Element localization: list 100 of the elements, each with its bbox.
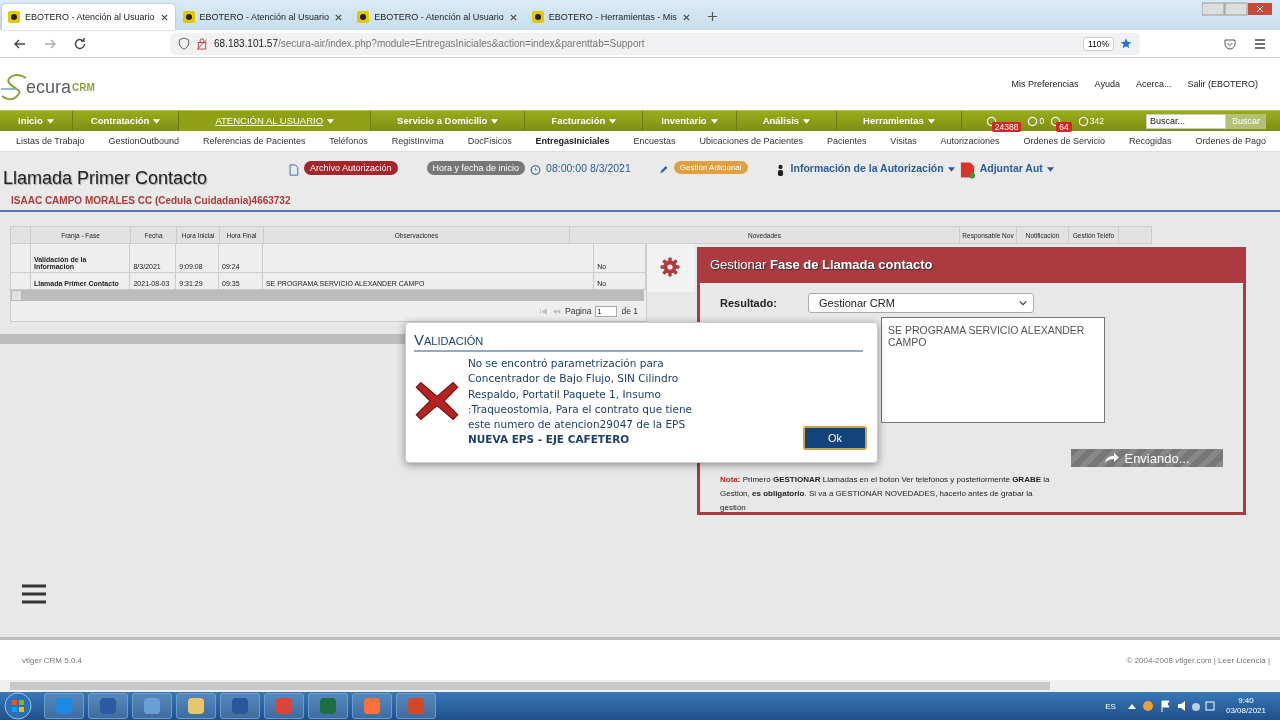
submenu-item[interactable]: Teléfonos xyxy=(329,136,368,146)
share-arrow-icon xyxy=(1104,452,1121,464)
pocket-icon[interactable] xyxy=(1223,36,1237,51)
submenu-item[interactable]: Autorizaciones xyxy=(940,136,1000,146)
caret-icon xyxy=(710,119,718,124)
caret-icon xyxy=(491,119,499,124)
submenu-item[interactable]: EntregasIniciales xyxy=(535,136,610,146)
count-label: 0 xyxy=(1039,116,1045,126)
taskbar-app-icon[interactable] xyxy=(352,693,392,719)
caret-icon xyxy=(153,119,161,124)
submenu-item[interactable]: GestionOutbound xyxy=(108,136,179,146)
taskbar-app-icon[interactable] xyxy=(264,693,304,719)
caret-icon xyxy=(803,119,811,124)
menu-icon[interactable] xyxy=(1253,36,1267,51)
caret-icon xyxy=(927,119,935,124)
result-select[interactable]: Gestionar CRM xyxy=(808,293,1034,313)
submenu-item[interactable]: Ordenes de Pago xyxy=(1195,136,1266,146)
copyright-text: © 2004-2008 vtiger.com | Leer Licencia | xyxy=(1126,655,1270,665)
header-link[interactable]: Salir (EBOTERO) xyxy=(1187,79,1258,89)
page-label: Pagina xyxy=(565,306,592,316)
shield-icon xyxy=(178,37,190,50)
submenu-item[interactable]: Visitas xyxy=(890,136,917,146)
taskbar-app-icon[interactable] xyxy=(176,693,216,719)
search-field[interactable]: Buscar... xyxy=(1146,113,1226,129)
notification-icon[interactable] xyxy=(1027,115,1039,127)
record-title: Llamada Primer Contacto xyxy=(3,168,209,189)
tray-icons-drawing[interactable] xyxy=(1125,699,1216,713)
start-time-label: Hora y fecha de inicio xyxy=(426,161,526,175)
new-tab-icon[interactable] xyxy=(706,11,718,22)
caret-icon xyxy=(1046,166,1054,172)
settings-icon[interactable] xyxy=(660,257,680,277)
ok-button[interactable]: Ok xyxy=(803,426,867,450)
submenu-item[interactable]: Ubicaciones de Pacientes xyxy=(699,136,803,146)
taskbar-app-icon[interactable] xyxy=(308,693,348,719)
address-bar[interactable]: 68.183.101.57/secura-air/index.php?module=EntregasIniciales&action=index&parenttab=Support 110% xyxy=(170,32,1140,55)
browser-tab[interactable]: EBOTERO - Atención al Usuario xyxy=(176,4,350,30)
dialog-message: No se encontró parametrización para Concentrador de Bajo Flujo, SIN Cilindro Respaldo, Portatil Paquete 1, Insumo :Traqueostomia, Para el contrato que tiene este numero de atencion29047 de la EPS xyxy=(468,356,694,433)
close-icon[interactable] xyxy=(681,12,691,22)
browser-tab[interactable]: EBOTERO - Herramientas - Mis xyxy=(525,4,697,30)
sending-button[interactable]: Enviando... xyxy=(1071,449,1223,467)
caret-icon xyxy=(609,119,617,124)
favicon-icon xyxy=(182,11,195,23)
notification-icon[interactable] xyxy=(1077,115,1089,127)
star-icon[interactable] xyxy=(1120,37,1132,50)
submenu-item[interactable]: Encuestas xyxy=(633,136,676,146)
submenu-item[interactable]: Ordenes de Servicio xyxy=(1023,136,1106,146)
submenu-item[interactable]: Listas de Trabajo xyxy=(16,136,85,146)
language-indicator[interactable]: ES xyxy=(1105,701,1116,711)
panel-title: Gestionar Fase de Llamada contacto xyxy=(700,250,1243,283)
browser-tab[interactable]: EBOTERO - Atención al Usuario xyxy=(2,4,175,30)
pdf-file-icon xyxy=(959,161,975,179)
header-link[interactable]: Ayuda xyxy=(1094,79,1120,89)
taskbar-app-icon[interactable] xyxy=(88,693,128,719)
count-badge: 24388 xyxy=(991,122,1022,132)
submenu-item[interactable]: Referencias de Pacientes xyxy=(202,136,306,146)
notification-icon[interactable] xyxy=(985,115,997,127)
caret-icon xyxy=(46,119,54,124)
favicon-icon xyxy=(357,11,370,23)
zoom-level[interactable]: 110% xyxy=(1082,36,1114,51)
caret-icon xyxy=(327,119,335,124)
chevron-icon xyxy=(1019,300,1027,306)
taskbar-app-icon[interactable] xyxy=(132,693,172,719)
note-text: Nota: Primero GESTIONAR Llamadas en el boton Ver telefonos y posteriormente GRABE la Gestion, es obligatorio. Si va a GESTIONAR NOVEDADES, hacerlo antes de grabar la gestión xyxy=(720,474,1050,514)
result-label: Resultado: xyxy=(720,297,776,309)
version-text: vtiger CRM 5.0.4 xyxy=(22,655,83,665)
document-icon xyxy=(288,164,299,176)
clock-date[interactable]: 03/08/2021 xyxy=(1225,706,1266,716)
taskbar-app-icon[interactable] xyxy=(220,693,260,719)
start-time-value: 08:00:00 8/3/2021 xyxy=(546,162,631,174)
submenu-item[interactable]: Pacientes xyxy=(826,136,867,146)
window-controls-icon[interactable] xyxy=(1202,2,1272,16)
close-icon[interactable] xyxy=(334,12,344,22)
menu-icon[interactable] xyxy=(22,584,46,604)
submenu-item[interactable]: DocFisicos xyxy=(467,136,512,146)
caret-icon xyxy=(947,166,955,172)
file-badge[interactable]: Archivo Autorización xyxy=(304,161,398,175)
clock-time[interactable]: 9:40 xyxy=(1238,696,1254,706)
observations-field[interactable]: SE PROGRAMA SERVICIO ALEXANDER CAMPO xyxy=(881,317,1105,423)
authorization-info-dropdown[interactable]: Información de la Autorización xyxy=(790,162,955,174)
favicon-icon xyxy=(531,11,544,23)
count-label: 342 xyxy=(1089,116,1104,126)
dialog-emphasis: NUEVA EPS - EJE CAFETERO xyxy=(468,432,631,448)
close-icon[interactable] xyxy=(508,12,518,22)
submenu-item[interactable]: Recogidas xyxy=(1128,136,1172,146)
dialog-title: Validación xyxy=(414,331,863,352)
taskbar-app-icon[interactable] xyxy=(396,693,436,719)
horizontal-scrollbar[interactable] xyxy=(0,680,1280,692)
submenu-item[interactable]: RegistInvima xyxy=(391,136,444,146)
favicon-icon xyxy=(8,11,20,23)
browser-tab[interactable]: EBOTERO - Atención al Usuario xyxy=(351,4,524,30)
reload-icon[interactable] xyxy=(73,36,87,51)
attach-dropdown[interactable]: Adjuntar Aut xyxy=(979,162,1054,174)
logo: ecuraCRM xyxy=(0,72,95,102)
start-button[interactable] xyxy=(4,692,32,720)
lock-icon xyxy=(196,37,208,50)
clock-icon xyxy=(530,164,542,176)
header-link[interactable]: Acerca... xyxy=(1135,79,1172,89)
close-icon[interactable] xyxy=(159,12,169,22)
header-link[interactable]: Mis Preferencias xyxy=(1011,79,1079,89)
taskbar-app-icon[interactable] xyxy=(44,693,84,719)
